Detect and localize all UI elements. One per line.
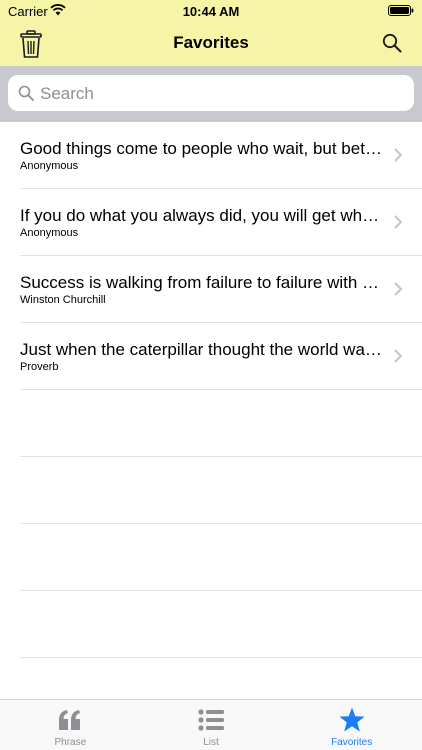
search-field[interactable] xyxy=(8,75,414,113)
star-icon xyxy=(339,707,365,732)
favorites-list: Good things come to people who wait, but… xyxy=(0,122,422,658)
tab-label: Phrase xyxy=(54,737,87,748)
page-title: Favorites xyxy=(173,33,249,52)
quote-text: Good things come to people who wait, but… xyxy=(20,139,382,158)
empty-row xyxy=(20,457,422,524)
chevron-right-icon xyxy=(394,148,402,162)
tab-phrase[interactable]: Phrase xyxy=(0,700,141,750)
tab-label: List xyxy=(203,737,219,748)
quote-author: Proverb xyxy=(20,361,59,373)
empty-row xyxy=(20,524,422,591)
empty-row xyxy=(20,591,422,658)
quote-text: Success is walking from failure to failu… xyxy=(20,273,382,292)
chevron-right-icon xyxy=(394,215,402,229)
chevron-right-icon xyxy=(394,349,402,363)
status-time: 10:44 AM xyxy=(182,4,240,19)
quote-text: Just when the caterpillar thought the wo… xyxy=(20,340,382,359)
tab-bar: Phrase List Favorites xyxy=(0,699,422,750)
list-icon xyxy=(198,709,224,731)
quote-author: Anonymous xyxy=(20,160,79,172)
chevron-right-icon xyxy=(394,282,402,296)
list-item[interactable]: Success is walking from failure to failu… xyxy=(20,256,422,323)
tab-list[interactable]: List xyxy=(141,700,282,750)
list-item[interactable]: If you do what you always did, you will … xyxy=(20,189,422,256)
battery-icon xyxy=(388,5,414,16)
quote-author: Winston Churchill xyxy=(20,294,106,306)
search-bar xyxy=(0,66,422,122)
quote-author: Anonymous xyxy=(20,227,79,239)
empty-row xyxy=(20,390,422,457)
tab-label: Favorites xyxy=(331,737,373,748)
list-item[interactable]: Just when the caterpillar thought the wo… xyxy=(20,323,422,390)
search-icon[interactable] xyxy=(382,33,402,53)
tab-favorites[interactable]: Favorites xyxy=(281,700,422,750)
search-input[interactable] xyxy=(38,75,402,113)
quote-icon xyxy=(59,710,81,730)
navigation-bar: Favorites xyxy=(0,22,422,66)
list-item[interactable]: Good things come to people who wait, but… xyxy=(20,122,422,189)
status-bar: Carrier 10:44 AM xyxy=(0,0,422,22)
quote-text: If you do what you always did, you will … xyxy=(20,206,382,225)
search-field-icon xyxy=(18,85,34,101)
